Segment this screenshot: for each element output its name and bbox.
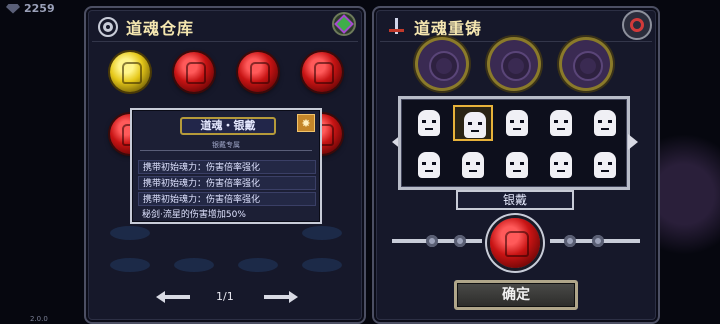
sword-icon: [386, 17, 406, 37]
close-icon: [630, 18, 644, 32]
gift-button[interactable]: [332, 12, 356, 36]
currency-value: 2259: [24, 2, 55, 15]
divider: [140, 150, 312, 151]
recast-title: 道魂重铸: [414, 18, 483, 38]
left-ornament: [392, 234, 484, 248]
ornament-knob: [592, 235, 604, 247]
soul-orb[interactable]: [238, 52, 278, 92]
character-portrait-icon: [550, 110, 572, 136]
next-page-button[interactable]: [264, 291, 298, 303]
confirm-button[interactable]: 确定: [454, 280, 578, 310]
character-cell[interactable]: [409, 105, 449, 141]
warehouse-header: 道魂仓库: [92, 12, 358, 42]
page-indicator: 1/1: [216, 290, 234, 303]
grid-right-arrow[interactable]: [628, 134, 638, 150]
recast-header: 道魂重铸: [380, 12, 652, 42]
character-portrait-icon: [418, 110, 440, 136]
character-portrait-icon: [594, 110, 616, 136]
ornament-knob: [454, 235, 466, 247]
selected-character-name: 银戴: [456, 190, 574, 210]
soul-socket[interactable]: [562, 40, 610, 88]
soul-orb-gold[interactable]: [110, 52, 150, 92]
character-portrait-icon: [462, 152, 484, 178]
character-portrait-icon: [594, 152, 616, 178]
character-portrait-icon: [506, 152, 528, 178]
character-cell[interactable]: [585, 105, 625, 141]
character-cell[interactable]: [497, 105, 537, 141]
soul-orb[interactable]: [174, 52, 214, 92]
warehouse-title: 道魂仓库: [126, 18, 195, 38]
empty-slot: [174, 258, 214, 272]
recast-target-orb[interactable]: [490, 218, 540, 268]
soul-socket[interactable]: [490, 40, 538, 88]
character-portrait-icon: [464, 112, 486, 138]
character-portrait-icon: [506, 110, 528, 136]
character-cell[interactable]: [497, 147, 537, 183]
ornament-knob: [426, 235, 438, 247]
soul-orb[interactable]: [302, 52, 342, 92]
gem-icon: [6, 3, 20, 14]
character-portrait-icon: [550, 152, 572, 178]
tooltip-title: 道魂・银戴: [180, 117, 276, 135]
gift-icon: [336, 16, 352, 32]
soul-socket[interactable]: [418, 40, 466, 88]
empty-slot: [110, 226, 150, 240]
soul-ring-icon: [98, 16, 118, 37]
character-cell[interactable]: [453, 147, 493, 183]
tooltip-effect: 秘剑·流星的伤害增加50%: [142, 210, 246, 220]
tooltip-effect: 携带初始魂力：伤害倍率强化: [138, 176, 316, 190]
character-grid: [398, 96, 630, 190]
version-label: 2.0.0: [30, 315, 48, 323]
character-portrait-icon: [418, 152, 440, 178]
character-cell-selected[interactable]: [453, 105, 493, 141]
character-cell[interactable]: [585, 147, 625, 183]
empty-slot: [238, 258, 278, 272]
character-cell[interactable]: [541, 147, 581, 183]
character-cell[interactable]: [409, 147, 449, 183]
tooltip-effect: 携带初始魂力：伤害倍率强化: [138, 160, 316, 174]
close-button[interactable]: [622, 10, 652, 40]
empty-slot: [302, 226, 342, 240]
ornament-knob: [564, 235, 576, 247]
empty-slot: [302, 258, 342, 272]
empty-slot: [110, 258, 150, 272]
character-cell[interactable]: [541, 105, 581, 141]
tooltip-subtitle: 银戴专属: [212, 141, 240, 149]
rune-icon: ✸: [297, 114, 315, 132]
tooltip-effect: 携带初始魂力：伤害倍率强化: [138, 192, 316, 206]
right-ornament: [548, 234, 640, 248]
currency-display: 2259: [6, 2, 55, 15]
prev-page-button[interactable]: [156, 291, 190, 303]
soul-tooltip: 道魂・银戴 ✸ 银戴专属 携带初始魂力：伤害倍率强化 携带初始魂力：伤害倍率强化…: [130, 108, 322, 224]
